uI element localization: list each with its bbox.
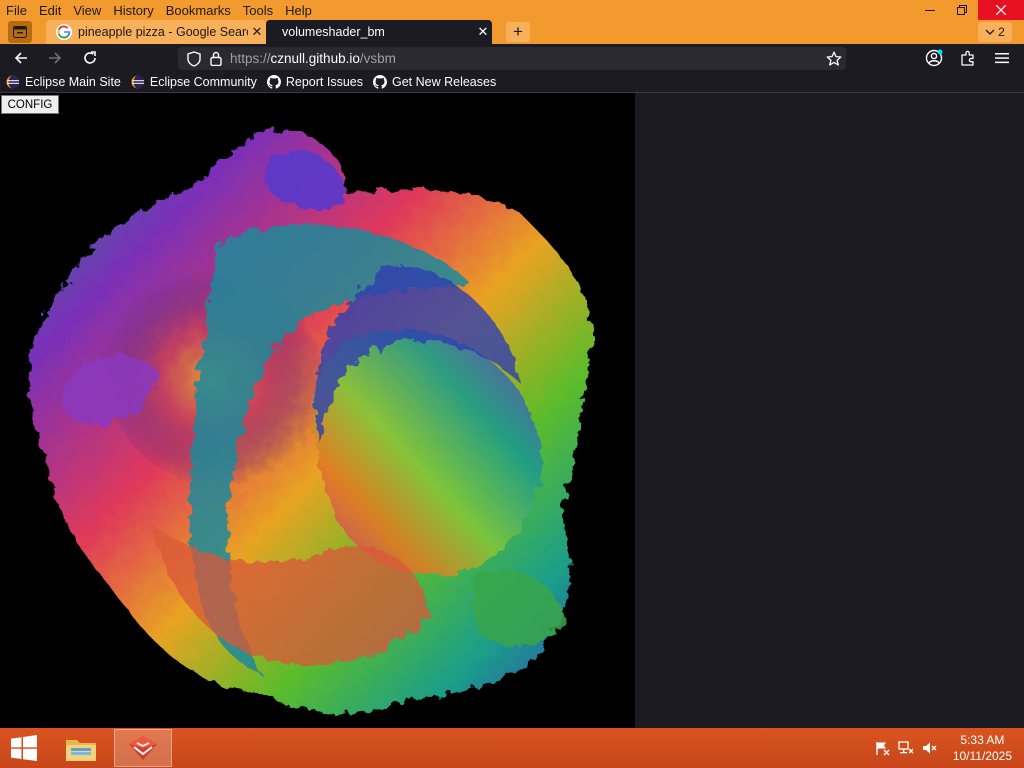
menu-tools[interactable]: Tools xyxy=(237,3,279,18)
reload-button[interactable] xyxy=(79,47,101,69)
extensions-button[interactable] xyxy=(957,47,979,69)
minimize-icon xyxy=(925,10,935,11)
back-arrow-icon xyxy=(14,52,27,64)
clock-time: 5:33 AM xyxy=(960,733,1005,747)
tab-strip: pineapple pizza - Google Search ✕ volume… xyxy=(0,20,1024,44)
shader-canvas[interactable]: CONFIG xyxy=(0,93,635,728)
windows-logo-icon xyxy=(11,735,37,761)
navigation-toolbar: https://cznull.github.io/vsbm xyxy=(0,44,1024,72)
menu-history[interactable]: History xyxy=(107,3,159,18)
bookmark-star-icon[interactable] xyxy=(826,51,842,67)
close-icon xyxy=(996,5,1006,15)
menu-help[interactable]: Help xyxy=(279,3,318,18)
tab-volumeshader[interactable]: volumeshader_bm ✕ xyxy=(266,20,492,44)
shield-icon xyxy=(187,50,201,67)
taskbar: 5:33 AM 10/11/2025 xyxy=(0,728,1024,768)
eclipse-icon xyxy=(131,75,145,89)
menu-file[interactable]: File xyxy=(0,3,33,18)
restore-button[interactable] xyxy=(946,0,978,20)
puzzle-icon xyxy=(961,50,974,66)
url-host: cznull.github.io xyxy=(270,51,360,66)
bookmark-eclipse-main-site[interactable]: Eclipse Main Site xyxy=(6,75,121,89)
bookmark-label: Eclipse Main Site xyxy=(25,75,121,89)
window-controls xyxy=(914,0,1024,20)
lock-icon xyxy=(210,51,222,66)
close-tab-icon[interactable]: ✕ xyxy=(474,24,492,40)
firefox-view-icon xyxy=(13,26,27,38)
tab-list-button[interactable]: 2 xyxy=(978,22,1012,42)
hamburger-menu-icon xyxy=(995,53,1009,64)
action-center-flag-icon[interactable] xyxy=(874,740,890,756)
new-tab-button[interactable]: + xyxy=(506,22,530,42)
address-bar[interactable]: https://cznull.github.io/vsbm xyxy=(178,47,846,70)
bookmark-report-issues[interactable]: Report Issues xyxy=(266,75,363,89)
google-icon xyxy=(56,24,72,40)
tab-google-search[interactable]: pineapple pizza - Google Search ✕ xyxy=(46,20,266,44)
system-clock[interactable]: 5:33 AM 10/11/2025 xyxy=(953,732,1012,764)
bookmark-eclipse-community[interactable]: Eclipse Community xyxy=(131,75,257,89)
menu-view[interactable]: View xyxy=(67,3,107,18)
url-path: /vsbm xyxy=(359,51,396,66)
menu-bar: File Edit View History Bookmarks Tools H… xyxy=(0,0,1024,20)
bookmark-label: Get New Releases xyxy=(391,75,497,89)
account-icon xyxy=(925,49,943,67)
menu-edit[interactable]: Edit xyxy=(33,3,67,18)
url-scheme: https:// xyxy=(230,51,271,66)
bookmark-get-new-releases[interactable]: Get New Releases xyxy=(372,75,497,89)
close-window-button[interactable] xyxy=(978,0,1024,20)
config-button[interactable]: CONFIG xyxy=(1,95,59,114)
firefox-view-button[interactable] xyxy=(8,21,32,43)
restore-icon xyxy=(957,5,967,15)
browser-app-icon xyxy=(129,736,157,760)
fractal-render xyxy=(29,130,592,714)
folder-icon xyxy=(66,740,96,761)
taskbar-browser[interactable] xyxy=(114,729,172,767)
page-content: CONFIG xyxy=(0,93,1024,728)
forward-button[interactable] xyxy=(44,47,66,69)
start-button[interactable] xyxy=(0,728,48,768)
minimize-button[interactable] xyxy=(914,0,946,20)
volume-muted-icon[interactable] xyxy=(922,740,938,756)
back-button[interactable] xyxy=(10,47,32,69)
network-icon[interactable] xyxy=(898,740,914,756)
menu-bookmarks[interactable]: Bookmarks xyxy=(160,3,237,18)
close-tab-icon[interactable]: ✕ xyxy=(248,24,266,40)
clock-date: 10/11/2025 xyxy=(952,749,1012,763)
bookmarks-toolbar: Eclipse Main Site Eclipse Community Repo… xyxy=(0,72,1024,93)
reload-icon xyxy=(84,51,96,64)
taskbar-file-explorer[interactable] xyxy=(52,729,110,767)
chevron-down-icon xyxy=(985,29,995,35)
app-menu-button[interactable] xyxy=(991,47,1013,69)
account-button[interactable] xyxy=(923,47,945,69)
tab-title: volumeshader_bm xyxy=(282,25,385,39)
bookmark-label: Eclipse Community xyxy=(149,75,257,89)
url-text: https://cznull.github.io/vsbm xyxy=(230,51,396,66)
github-icon xyxy=(372,75,387,89)
tab-count: 2 xyxy=(998,25,1005,39)
bookmark-label: Report Issues xyxy=(285,75,363,89)
github-icon xyxy=(266,75,281,89)
eclipse-icon xyxy=(6,75,20,89)
tab-title: pineapple pizza - Google Search xyxy=(78,25,248,39)
forward-arrow-icon xyxy=(49,52,62,64)
